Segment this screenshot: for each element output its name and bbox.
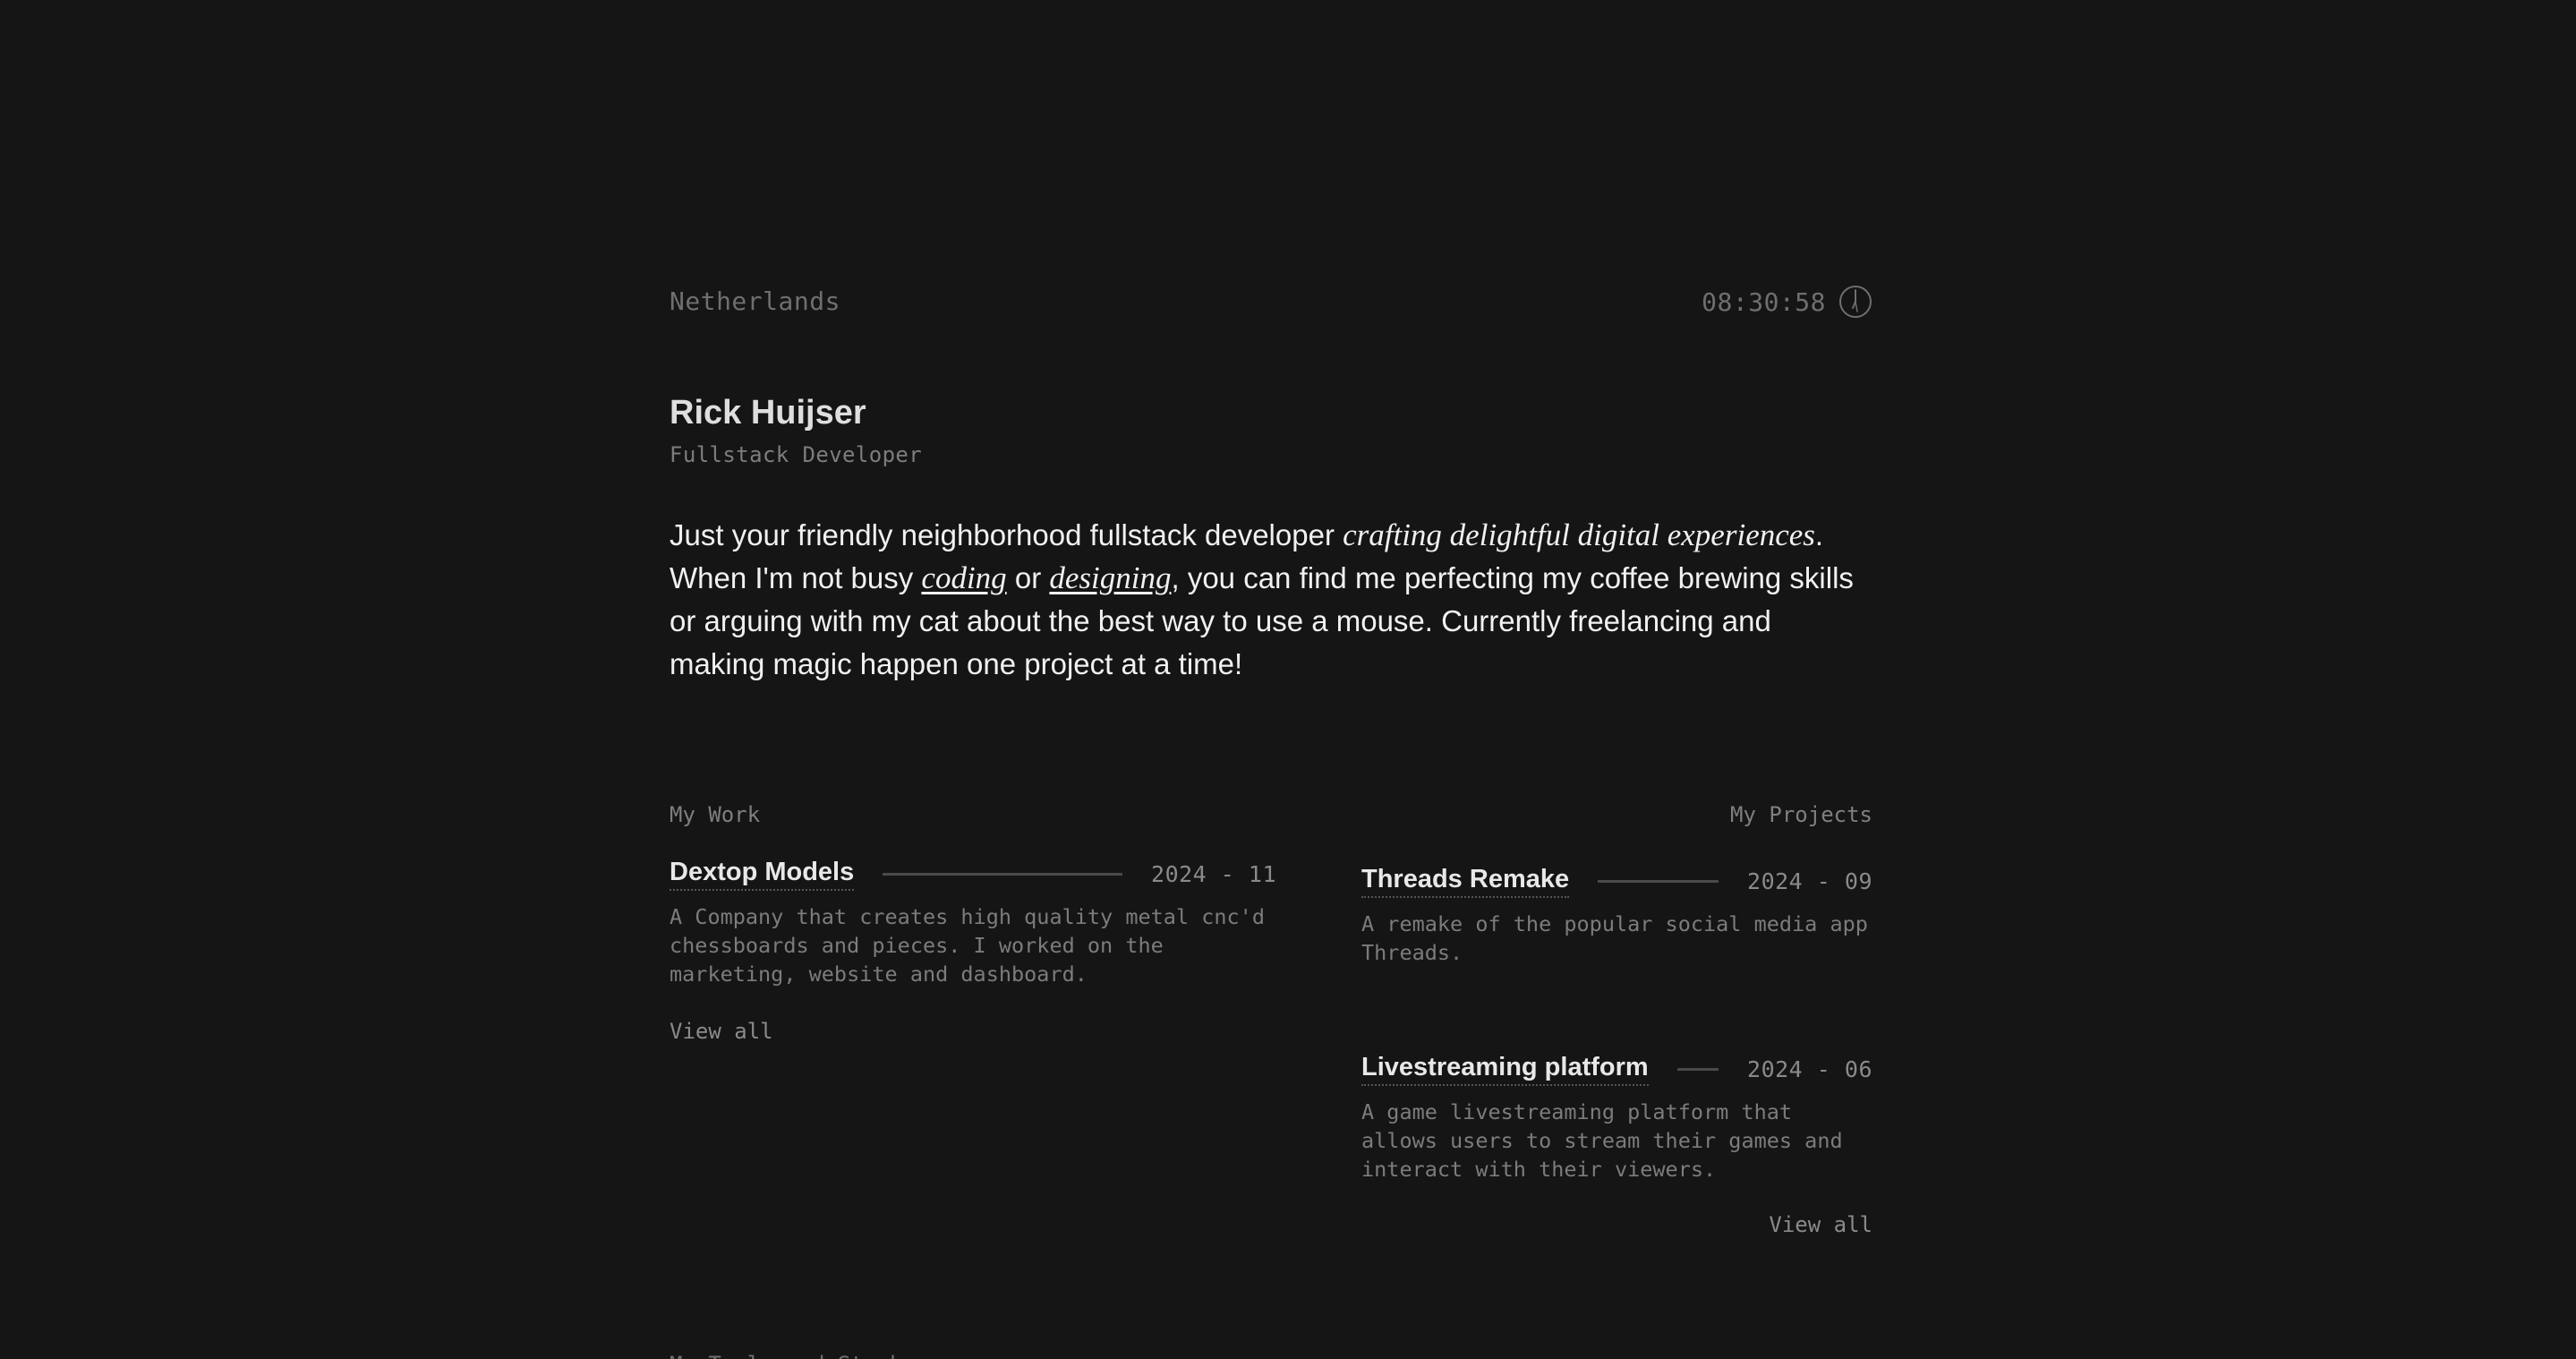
designing-link[interactable]: designing bbox=[1049, 560, 1171, 595]
divider-line bbox=[1598, 879, 1719, 883]
page-container: Netherlands 08:30:58 Rick Huijser Fullst… bbox=[670, 0, 1872, 1359]
divider-line bbox=[1676, 1067, 1719, 1071]
entry-title[interactable]: Livestreaming platform bbox=[1361, 1053, 1649, 1086]
entry-header: Dextop Models 2024 - 11 bbox=[670, 854, 1276, 893]
entry-description: A game livestreaming platform that allow… bbox=[1361, 1099, 1843, 1182]
work-entry[interactable]: Dextop Models 2024 - 11 A Company that c… bbox=[670, 854, 1276, 988]
coding-link[interactable]: coding bbox=[921, 560, 1006, 595]
entry-title[interactable]: Dextop Models bbox=[670, 858, 855, 891]
top-bar: Netherlands 08:30:58 bbox=[670, 283, 1872, 321]
projects-section-title: My Projects bbox=[1730, 802, 1872, 827]
entry-title[interactable]: Threads Remake bbox=[1361, 865, 1570, 898]
next-section-title: My Tools and Stack bbox=[670, 1350, 902, 1359]
project-entry[interactable]: Threads Remake 2024 - 09 A remake of the… bbox=[1361, 861, 1872, 967]
projects-view-all-link[interactable]: View all bbox=[1769, 1212, 1872, 1237]
entry-date: 2024 - 06 bbox=[1747, 1056, 1872, 1082]
work-section-title: My Work bbox=[670, 802, 761, 827]
projects-section: My Projects Threads Remake 2024 - 09 A r… bbox=[1361, 800, 1872, 1237]
page-title: Rick Huijser bbox=[670, 394, 866, 432]
clock-icon bbox=[1839, 286, 1872, 318]
entry-date: 2024 - 11 bbox=[1151, 860, 1276, 887]
entry-header: Threads Remake 2024 - 09 bbox=[1361, 861, 1872, 901]
project-entry[interactable]: Livestreaming platform 2024 - 06 A game … bbox=[1361, 1049, 1872, 1184]
bio-text: Just your friendly neighborhood fullstac… bbox=[670, 518, 1343, 551]
clock-time: 08:30:58 bbox=[1702, 286, 1826, 317]
entry-description: A Company that creates high quality meta… bbox=[670, 904, 1265, 987]
location-label: Netherlands bbox=[670, 286, 840, 316]
bio-highlight: crafting delightful digital experiences bbox=[1343, 517, 1815, 552]
bio-text: or bbox=[1006, 561, 1050, 594]
entry-header: Livestreaming platform 2024 - 06 bbox=[1361, 1049, 1872, 1089]
entry-date: 2024 - 09 bbox=[1747, 868, 1872, 894]
work-section: My Work Dextop Models 2024 - 11 A Compan… bbox=[670, 800, 1276, 1044]
bio-paragraph: Just your friendly neighborhood fullstac… bbox=[670, 514, 1872, 686]
work-view-all-link[interactable]: View all bbox=[670, 1019, 773, 1044]
role-subtitle: Fullstack Developer bbox=[670, 442, 923, 467]
entry-description: A remake of the popular social media app… bbox=[1361, 911, 1868, 965]
divider-line bbox=[883, 872, 1123, 876]
clock: 08:30:58 bbox=[1702, 283, 1872, 321]
